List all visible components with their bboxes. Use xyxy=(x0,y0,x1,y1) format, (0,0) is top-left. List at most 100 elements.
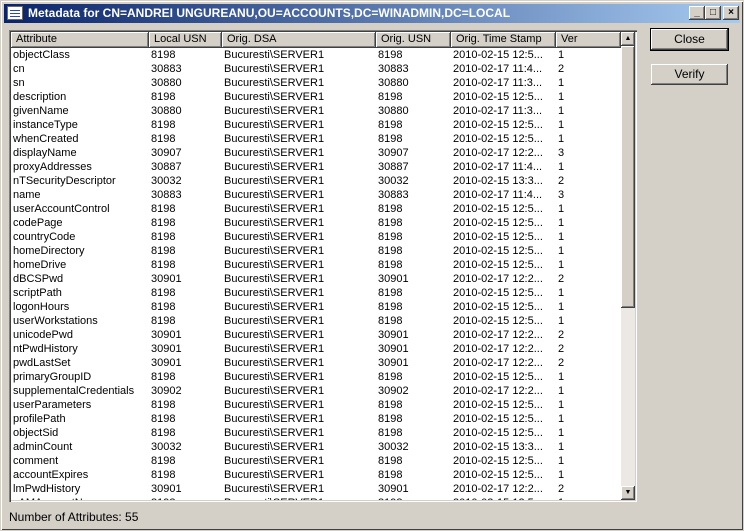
scroll-thumb[interactable] xyxy=(621,46,635,308)
table-row[interactable]: primaryGroupID 8198 Bucuresti\SERVER1 8198 2… xyxy=(11,370,621,384)
minimize-button[interactable]: _ xyxy=(689,6,705,20)
cell-orig-dsa: Bucuresti\SERVER1 xyxy=(224,273,325,285)
cell-local-usn: 30901 xyxy=(151,483,182,495)
table-row[interactable]: userAccountControl 8198 Bucuresti\SERVER1 8… xyxy=(11,202,621,216)
verify-button[interactable]: Verify xyxy=(651,64,728,85)
cell-orig-usn: 8198 xyxy=(378,287,403,299)
table-row[interactable]: pwdLastSet 30901 Bucuresti\SERVER1 30901 201… xyxy=(11,356,621,370)
table-row[interactable]: homeDrive 8198 Bucuresti\SERVER1 8198 2010-0… xyxy=(11,258,621,272)
attribute-list[interactable]: Attribute Local USN Orig. DSA Orig. USN … xyxy=(9,30,637,502)
cell-orig-dsa: Bucuresti\SERVER1 xyxy=(224,63,325,75)
table-row[interactable]: objectClass 8198 Bucuresti\SERVER1 8198 2010… xyxy=(11,48,621,62)
table-row[interactable]: whenCreated 8198 Bucuresti\SERVER1 8198 2010… xyxy=(11,132,621,146)
cell-ver: 1 xyxy=(558,105,565,117)
table-row[interactable]: codePage 8198 Bucuresti\SERVER1 8198 2010-02… xyxy=(11,216,621,230)
table-row[interactable]: comment 8198 Bucuresti\SERVER1 8198 2010-02-… xyxy=(11,454,621,468)
cell-orig-usn: 30901 xyxy=(378,329,409,341)
maximize-button[interactable]: □ xyxy=(705,6,721,20)
cell-orig-dsa: Bucuresti\SERVER1 xyxy=(224,441,325,453)
cell-orig-time-stamp: 2010-02-15 12:5... xyxy=(453,469,543,481)
title-bar[interactable]: Metadata for CN=ANDREI UNGUREANU,OU=ACCO… xyxy=(4,4,740,23)
cell-orig-time-stamp: 2010-02-17 12:2... xyxy=(453,273,543,285)
cell-orig-dsa: Bucuresti\SERVER1 xyxy=(224,427,325,439)
table-row[interactable]: sAMAccountName8198Bucuresti\SERVER181982… xyxy=(11,496,621,500)
close-window-button[interactable]: × xyxy=(723,6,739,20)
table-row[interactable]: scriptPath 8198 Bucuresti\SERVER1 8198 2010-… xyxy=(11,286,621,300)
cell-attribute: sn xyxy=(13,77,25,89)
cell-orig-time-stamp: 2010-02-17 12:2... xyxy=(453,483,543,495)
cell-orig-usn: 8198 xyxy=(376,496,451,500)
cell-local-usn: 30883 xyxy=(151,63,182,75)
table-row[interactable]: homeDirectory 8198 Bucuresti\SERVER1 8198 20… xyxy=(11,244,621,258)
table-row[interactable]: countryCode 8198 Bucuresti\SERVER1 8198 2010… xyxy=(11,230,621,244)
cell-orig-time-stamp: 2010-02-15 12:5... xyxy=(453,301,543,313)
cell-local-usn: 8198 xyxy=(151,301,176,313)
cell-orig-time-stamp: 2010-02-15 13:3... xyxy=(453,441,543,453)
table-row[interactable]: unicodePwd 30901 Bucuresti\SERVER1 30901 201… xyxy=(11,328,621,342)
cell-ver: 1 xyxy=(558,469,565,481)
cell-orig-time-stamp: 2010-02-17 11:3... xyxy=(453,77,543,89)
table-row[interactable]: displayName 30907 Bucuresti\SERVER1 30907 20… xyxy=(11,146,621,160)
cell-ver: 1 xyxy=(558,301,565,313)
table-row[interactable]: profilePath 8198 Bucuresti\SERVER1 8198 2010… xyxy=(11,412,621,426)
column-header-orig-dsa[interactable]: Orig. DSA xyxy=(222,32,376,48)
table-row[interactable]: description 8198 Bucuresti\SERVER1 8198 2010… xyxy=(11,90,621,104)
table-row[interactable]: logonHours 8198 Bucuresti\SERVER1 8198 2010-… xyxy=(11,300,621,314)
table-row[interactable]: nTSecurityDescriptor 30032 Bucuresti\SERVE… xyxy=(11,174,621,188)
table-row[interactable]: ntPwdHistory 30901 Bucuresti\SERVER1 30901 2… xyxy=(11,342,621,356)
table-row[interactable]: dBCSPwd 30901 Bucuresti\SERVER1 30901 2010-0… xyxy=(11,272,621,286)
table-row[interactable]: supplementalCredentials 30902 Bucuresti\SE… xyxy=(11,384,621,398)
cell-local-usn: 8198 xyxy=(151,427,176,439)
cell-orig-dsa: Bucuresti\SERVER1 xyxy=(224,357,325,369)
cell-orig-dsa: Bucuresti\SERVER1 xyxy=(224,231,325,243)
column-header-attribute[interactable]: Attribute xyxy=(11,32,149,48)
table-row[interactable]: sn 30880 Bucuresti\SERVER1 30880 2010-02-17 … xyxy=(11,76,621,90)
scroll-up-button[interactable]: ▲ xyxy=(621,32,635,46)
column-header-orig-usn[interactable]: Orig. USN xyxy=(376,32,451,48)
table-row[interactable]: adminCount 30032 Bucuresti\SERVER1 30032 201… xyxy=(11,440,621,454)
cell-orig-time-stamp: 2010-02-15 12:5... xyxy=(453,91,543,103)
table-row[interactable]: instanceType 8198 Bucuresti\SERVER1 8198 201… xyxy=(11,118,621,132)
cell-local-usn: 8198 xyxy=(151,245,176,257)
cell-attribute: supplementalCredentials xyxy=(13,385,135,397)
cell-orig-time-stamp: 2010-02-15 12:5... xyxy=(453,399,543,411)
table-row[interactable]: proxyAddresses 30887 Bucuresti\SERVER1 3088… xyxy=(11,160,621,174)
cell-ver: 1 xyxy=(558,427,565,439)
column-header-orig-time-stamp[interactable]: Orig. Time Stamp xyxy=(451,32,556,48)
cell-attribute: homeDirectory xyxy=(13,245,85,257)
table-row[interactable]: cn 30883 Bucuresti\SERVER1 30883 2010-02-17 … xyxy=(11,62,621,76)
cell-local-usn: 30883 xyxy=(151,189,182,201)
table-row[interactable]: lmPwdHistory 30901 Bucuresti\SERVER1 30901 2… xyxy=(11,482,621,496)
cell-orig-time-stamp: 2010-02-15 12:5... xyxy=(453,245,543,257)
table-row[interactable]: name 30883 Bucuresti\SERVER1 30883 2010-02-1… xyxy=(11,188,621,202)
table-row[interactable]: accountExpires 8198 Bucuresti\SERVER1 8198 2… xyxy=(11,468,621,482)
vertical-scrollbar[interactable]: ▲ ▼ xyxy=(621,32,635,500)
cell-orig-time-stamp: 2010-02-17 11:4... xyxy=(453,189,543,201)
close-button[interactable]: Close xyxy=(651,29,728,50)
cell-orig-usn: 30032 xyxy=(378,175,409,187)
table-row[interactable]: userParameters 8198 Bucuresti\SERVER1 8198 2… xyxy=(11,398,621,412)
metadata-dialog: Metadata for CN=ANDREI UNGUREANU,OU=ACCO… xyxy=(0,0,744,531)
cell-attribute: proxyAddresses xyxy=(13,161,92,173)
cell-orig-usn: 30880 xyxy=(378,105,409,117)
column-header-local-usn[interactable]: Local USN xyxy=(149,32,222,48)
column-header-ver[interactable]: Ver xyxy=(556,32,621,48)
cell-local-usn: 8198 xyxy=(151,287,176,299)
cell-orig-dsa: Bucuresti\SERVER1 xyxy=(224,287,325,299)
table-row[interactable]: userWorkstations 8198 Bucuresti\SERVER1 819… xyxy=(11,314,621,328)
cell-local-usn: 8198 xyxy=(151,371,176,383)
cell-attribute: dBCSPwd xyxy=(13,273,64,285)
cell-orig-dsa: Bucuresti\SERVER1 xyxy=(224,385,325,397)
cell-attribute: name xyxy=(13,189,41,201)
cell-ver: 1 xyxy=(558,315,565,327)
cell-orig-dsa: Bucuresti\SERVER1 xyxy=(224,413,325,425)
cell-orig-usn: 30883 xyxy=(378,63,409,75)
scroll-down-button[interactable]: ▼ xyxy=(621,486,635,500)
table-row[interactable]: givenName 30880 Bucuresti\SERVER1 30880 2010… xyxy=(11,104,621,118)
table-row[interactable]: objectSid 8198 Bucuresti\SERVER1 8198 2010-0… xyxy=(11,426,621,440)
cell-orig-dsa: Bucuresti\SERVER1 xyxy=(224,105,325,117)
cell-local-usn: 8198 xyxy=(151,91,176,103)
cell-attribute: homeDrive xyxy=(13,259,67,271)
cell-orig-usn: 8198 xyxy=(378,245,403,257)
cell-ver: 1 xyxy=(558,371,565,383)
